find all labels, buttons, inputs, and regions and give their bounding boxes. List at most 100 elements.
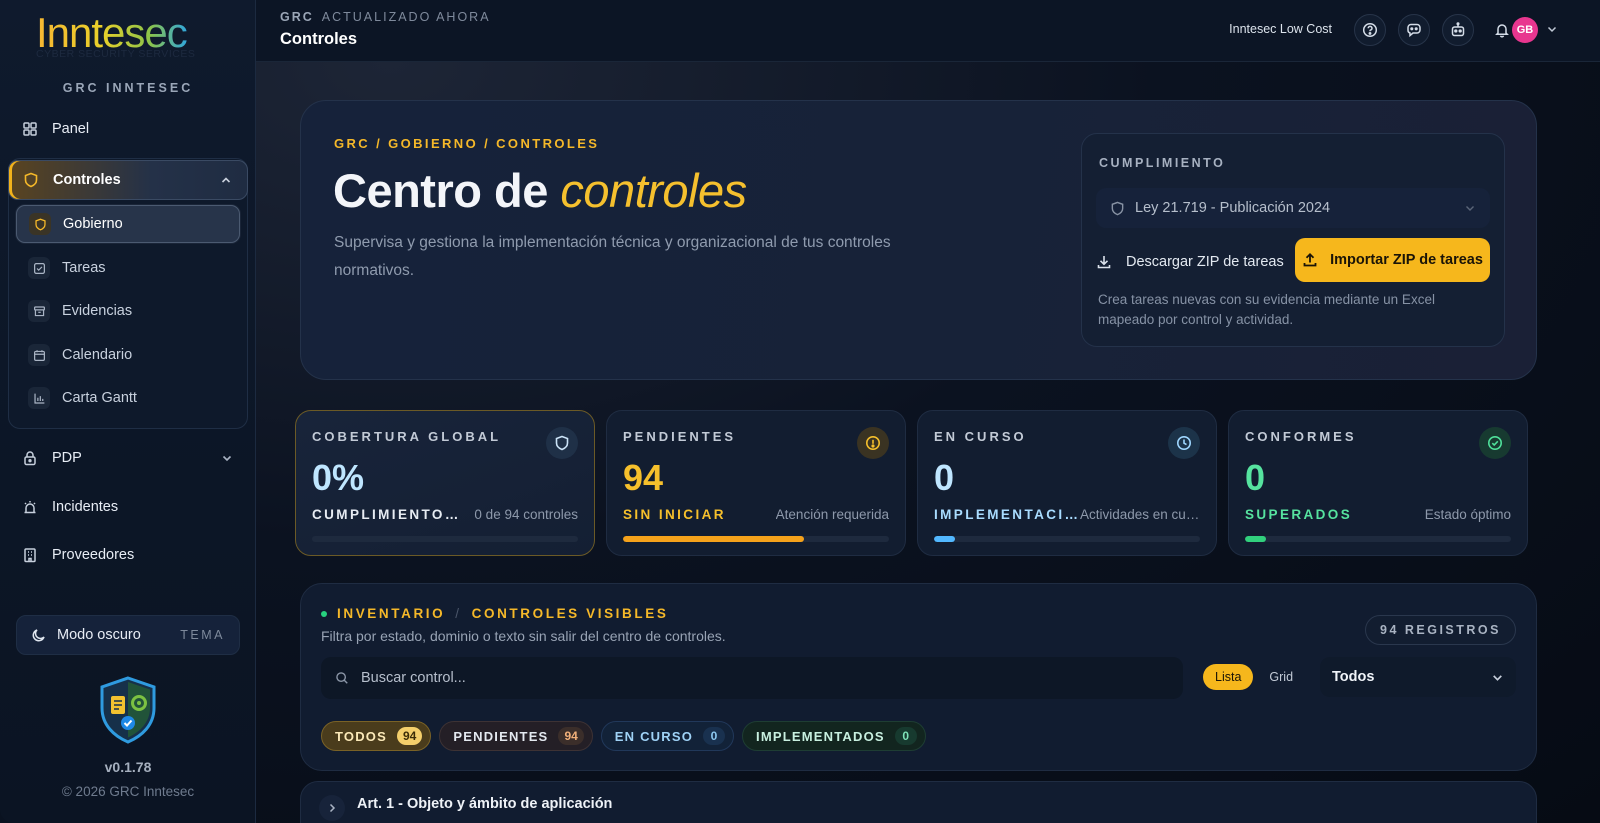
framework-select-value: Ley 21.719 - Publicación 2024: [1135, 200, 1331, 216]
logo-tagline: CYBER SECURITY SERVICES: [36, 48, 196, 60]
sidebar-item-panel[interactable]: Panel: [8, 107, 248, 151]
lock-icon: [22, 450, 38, 466]
stat-card-cobertura[interactable]: COBERTURA GLOBAL 0% CUMPLIMIENTO NORMATI…: [295, 410, 595, 556]
sidebar-item-label: PDP: [52, 450, 82, 466]
tenant-name[interactable]: Inntesec Low Cost: [1229, 22, 1332, 36]
sidebar-subitem-label: Carta Gantt: [62, 390, 137, 406]
bell-icon: [1494, 22, 1510, 38]
building-icon: [22, 547, 38, 563]
moon-icon: [31, 627, 47, 643]
chevron-down-icon: [1464, 202, 1476, 214]
topbar-updated: ACTUALIZADO AHORA: [321, 10, 491, 24]
status-chips: TODOS 94 PENDIENTES 94 EN CURSO 0 IMPLEM…: [321, 721, 926, 751]
stat-card-conformes[interactable]: CONFORMES 0 SUPERADOS Estado óptimo: [1228, 410, 1528, 556]
chip-label: PENDIENTES: [453, 728, 549, 744]
topbar-section: GRC: [280, 10, 314, 24]
stat-value: 0: [934, 457, 955, 498]
stat-sub: IMPLEMENTACIÓN: [934, 507, 1084, 522]
assistant-button[interactable]: [1442, 14, 1474, 46]
stat-card-en-curso[interactable]: EN CURSO 0 IMPLEMENTACIÓN Actividades en…: [917, 410, 1217, 556]
grc-shield-logo-icon: [98, 676, 158, 744]
robot-icon: [1450, 22, 1466, 38]
alarm-icon: [22, 499, 38, 515]
hero-card: GRC / GOBIERNO / CONTROLES Centro de con…: [300, 100, 1537, 380]
article-title: Art. 1 - Objeto y ámbito de aplicación: [357, 796, 613, 812]
sidebar-subitem-label: Evidencias: [62, 303, 133, 319]
grid-icon: [22, 121, 38, 137]
sidebar-item-proveedores[interactable]: Proveedores: [8, 533, 248, 577]
compliance-note: Crea tareas nuevas con su evidencia medi…: [1098, 292, 1435, 327]
stat-sub: SUPERADOS: [1245, 507, 1353, 522]
status-dot: [321, 610, 327, 617]
import-zip-label: Importar ZIP de tareas: [1330, 252, 1483, 268]
brand-logo[interactable]: Inntesec CYBER SECURITY SERVICES: [36, 10, 226, 61]
topbar-status: GRC ACTUALIZADO AHORA: [280, 10, 491, 24]
sidebar-subitem-label: Calendario: [62, 347, 133, 363]
chip-label: EN CURSO: [614, 728, 694, 744]
stat-sub: SIN INICIAR: [623, 507, 726, 522]
sidebar-item-controles[interactable]: Controles: [8, 160, 248, 200]
stat-progress-bar: [1245, 536, 1511, 542]
chevron-down-icon: [1491, 671, 1504, 684]
stat-value: 0: [1245, 457, 1266, 498]
user-avatar[interactable]: GB: [1512, 17, 1538, 43]
sidebar-item-incidentes[interactable]: Incidentes: [8, 485, 248, 529]
chip-label: TODOS: [335, 728, 387, 744]
chip-implementados[interactable]: IMPLEMENTADOS 0: [742, 721, 926, 751]
stat-label: EN CURSO: [934, 429, 1027, 444]
sidebar-subitem-label: Gobierno: [63, 216, 123, 232]
shield-icon: [546, 427, 578, 459]
chip-pendientes[interactable]: PENDIENTES 94: [439, 721, 593, 751]
stat-card-pendientes[interactable]: PENDIENTES 94 SIN INICIAR Atención reque…: [606, 410, 906, 556]
stat-label: PENDIENTES: [623, 429, 737, 444]
archive-icon: [28, 300, 50, 322]
chevron-right-icon[interactable]: [319, 795, 345, 821]
help-button[interactable]: [1354, 14, 1386, 46]
check-circle-icon: [1479, 427, 1511, 459]
shield-icon: [1110, 201, 1125, 216]
inventory-panel: INVENTARIO / CONTROLES VISIBLES Filtra p…: [300, 583, 1537, 771]
stat-label: CONFORMES: [1245, 429, 1357, 444]
download-zip-button[interactable]: Descargar ZIP de tareas: [1096, 252, 1284, 272]
chevron-down-icon[interactable]: [1546, 23, 1558, 35]
import-zip-button[interactable]: Importar ZIP de tareas: [1295, 238, 1490, 282]
chat-button[interactable]: [1398, 14, 1430, 46]
hero-title-accent: controles: [560, 164, 747, 217]
calendar-icon: [28, 344, 50, 366]
title-separator: /: [455, 606, 462, 621]
sidebar-item-label: Proveedores: [52, 547, 135, 563]
status-filter-select[interactable]: Todos: [1320, 657, 1516, 697]
chevron-up-icon[interactable]: [219, 173, 233, 187]
theme-tag: TEMA: [180, 628, 225, 642]
stat-value: 94: [623, 457, 664, 498]
sidebar-subitem-gobierno[interactable]: Gobierno: [16, 205, 240, 243]
chip-todos[interactable]: TODOS 94: [321, 721, 432, 751]
sidebar-subitem-tareas[interactable]: Tareas: [16, 249, 240, 287]
stat-progress-fill: [623, 536, 804, 542]
compliance-panel: CUMPLIMIENTO Ley 21.719 - Publicación 20…: [1081, 133, 1505, 347]
app-name: GRC INNTESEC: [62, 81, 194, 95]
records-count-badge: 94 REGISTROS: [1365, 615, 1516, 645]
sidebar-subitem-calendario[interactable]: Calendario: [16, 336, 240, 374]
help-icon: [1362, 22, 1378, 38]
sidebar-subitem-evidencias[interactable]: Evidencias: [16, 292, 240, 330]
shield-icon: [23, 172, 39, 188]
topbar: GRC ACTUALIZADO AHORA Controles Inntesec …: [256, 0, 1600, 62]
inventory-title-b: CONTROLES VISIBLES: [471, 606, 669, 621]
sidebar-item-pdp[interactable]: PDP: [8, 436, 248, 480]
theme-toggle[interactable]: Modo oscuro TEMA: [16, 615, 240, 655]
search-control-input[interactable]: Buscar control...: [321, 657, 1183, 699]
article-group[interactable]: Art. 1 - Objeto y ámbito de aplicación: [300, 781, 1537, 823]
chip-count: 94: [397, 727, 423, 745]
chip-en-curso[interactable]: EN CURSO 0: [600, 721, 735, 751]
inventory-title-a: INVENTARIO: [337, 606, 446, 621]
inventory-title: INVENTARIO / CONTROLES VISIBLES: [321, 606, 668, 621]
chevron-down-icon[interactable]: [220, 451, 234, 465]
sidebar-subitem-gantt[interactable]: Carta Gantt: [16, 379, 240, 417]
view-list-button[interactable]: Lista: [1203, 664, 1254, 690]
chip-label: IMPLEMENTADOS: [756, 728, 885, 744]
framework-select[interactable]: Ley 21.719 - Publicación 2024: [1096, 188, 1490, 228]
stat-progress-fill: [934, 536, 956, 542]
download-icon: [1096, 254, 1112, 270]
view-grid-button[interactable]: Grid: [1257, 664, 1305, 690]
